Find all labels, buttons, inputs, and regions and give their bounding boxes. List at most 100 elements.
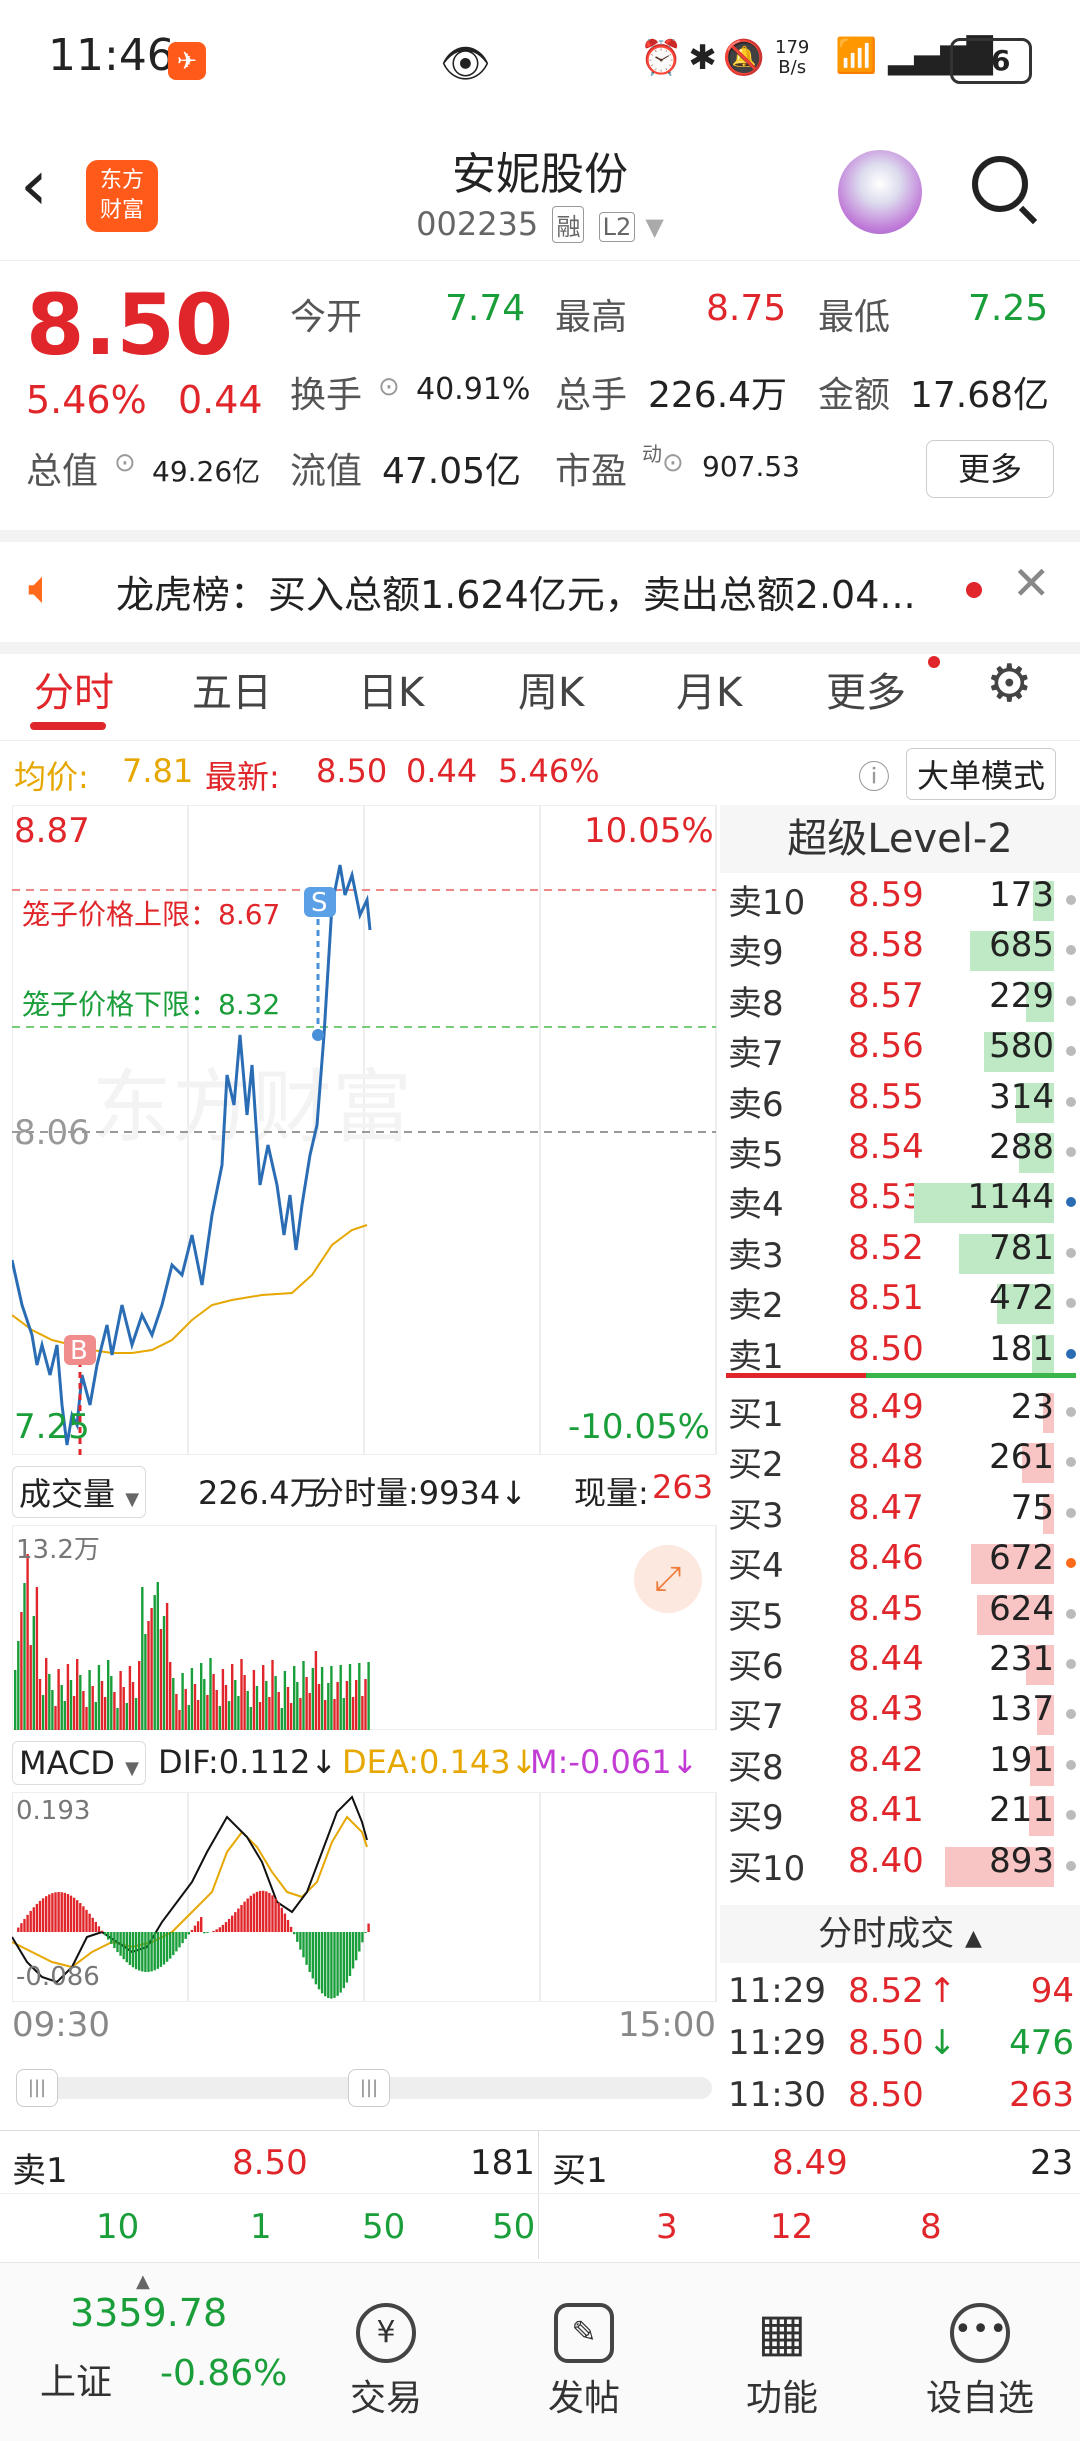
volume-selector[interactable]: 成交量 ▼ <box>12 1466 146 1518</box>
level-label: 卖7 <box>728 1026 784 1075</box>
bid-row[interactable]: 买18.4923 <box>720 1387 1080 1437</box>
gear-icon[interactable]: ⚙ <box>986 654 1033 714</box>
ask-row[interactable]: 卖88.57229 <box>720 976 1080 1026</box>
scroll-handle-left[interactable]: ||| <box>16 2069 58 2107</box>
level-label: 卖6 <box>728 1077 784 1126</box>
nav-functions[interactable]: ▦ 功能 <box>702 2263 862 2421</box>
edit-icon: ✎ <box>554 2303 614 2363</box>
bid-row[interactable]: 买68.44231 <box>720 1639 1080 1689</box>
indicator-dot <box>1066 1197 1076 1207</box>
trade-volume: 476 <box>1009 2023 1074 2063</box>
search-icon[interactable] <box>972 156 1028 212</box>
help-icon[interactable]: ⓘ <box>858 752 890 798</box>
indicator-dot <box>1066 1609 1076 1619</box>
tab-daily-k[interactable]: 日K <box>358 660 424 718</box>
grid-icon: ▦ <box>752 2303 812 2363</box>
scroll-handle-right[interactable]: ||| <box>348 2069 390 2107</box>
bid-row[interactable]: 买88.42191 <box>720 1740 1080 1790</box>
more-dots-icon: ••• <box>950 2303 1010 2363</box>
trade-row: 11:298.50↓476 <box>720 2023 1080 2073</box>
tab-five-day[interactable]: 五日 <box>192 660 272 718</box>
level-volume: 191 <box>989 1740 1054 1780</box>
info-icon[interactable]: ⊙ <box>378 372 400 402</box>
indicator-dot <box>1066 1457 1076 1467</box>
ask-row[interactable]: 卖48.531144 <box>720 1177 1080 1227</box>
index-pct: -0.86% <box>160 2353 287 2394</box>
bid-row[interactable]: 买108.40893 <box>720 1841 1080 1891</box>
order-book-title[interactable]: 超级Level-2 <box>720 805 1080 873</box>
level-label: 买3 <box>728 1488 784 1537</box>
now-volume-value: 263 <box>652 1468 713 1506</box>
assistant-robot-avatar[interactable] <box>838 150 922 234</box>
level-price: 8.43 <box>848 1689 924 1729</box>
trade-price: 8.52 <box>848 1971 924 2011</box>
info-icon[interactable]: ⊙ <box>114 448 136 478</box>
nav-add-watchlist[interactable]: ••• 设自选 <box>900 2263 1060 2421</box>
tab-weekly-k[interactable]: 周K <box>518 660 584 718</box>
ask-row[interactable]: 卖68.55314 <box>720 1077 1080 1127</box>
chart-mid-price: 8.06 <box>14 1113 90 1153</box>
ask-row[interactable]: 卖78.56580 <box>720 1026 1080 1076</box>
expand-icon[interactable]: ⤢ <box>634 1545 702 1613</box>
buy-marker[interactable]: B <box>70 1336 88 1366</box>
level-price: 8.41 <box>848 1790 924 1830</box>
quote-panel: 8.50 5.46% 0.44 今开 7.74 最高 8.75 最低 7.25 … <box>0 262 1080 522</box>
intraday-chart[interactable]: 东方财富 B S 8.87 10.05% 笼子价格上限：8.67 笼子价格下限：… <box>12 805 718 1455</box>
volume-chart[interactable]: 13.2万 ⤢ <box>12 1525 718 1730</box>
level-price: 8.44 <box>848 1639 924 1679</box>
bid-row[interactable]: 买48.46672 <box>720 1538 1080 1588</box>
bid-row[interactable]: 买28.48261 <box>720 1437 1080 1487</box>
level-volume: 211 <box>989 1790 1054 1830</box>
time-scrollbar[interactable]: ||| ||| <box>16 2077 712 2099</box>
mktcap-label: 总值 <box>26 442 98 494</box>
volume-value: 226.4万 <box>648 366 787 418</box>
level-volume: 75 <box>1011 1488 1054 1528</box>
caret-up-icon: ▲ <box>136 2271 150 2292</box>
float-label: 流值 <box>290 442 362 494</box>
macd-chart[interactable]: 0.193 -0.086 <box>12 1792 718 2002</box>
trades-title[interactable]: 分时成交 ▲ <box>720 1905 1080 1963</box>
tab-more[interactable]: 更多 <box>826 660 906 718</box>
nav-post[interactable]: ✎ 发帖 <box>504 2263 664 2421</box>
ask-row[interactable]: 卖98.58685 <box>720 925 1080 975</box>
more-button[interactable]: 更多 <box>926 440 1054 498</box>
tab-monthly-k[interactable]: 月K <box>676 660 742 718</box>
level-label: 买4 <box>728 1538 784 1587</box>
info-icon[interactable]: ⊙ <box>662 448 684 478</box>
bid-row[interactable]: 买38.4775 <box>720 1488 1080 1538</box>
ask-row[interactable]: 卖108.59173 <box>720 875 1080 925</box>
upper-limit-label: 笼子价格上限：8.67 <box>22 893 280 933</box>
ask-row[interactable]: 卖18.50181 <box>720 1329 1080 1379</box>
level-label: 买10 <box>728 1841 805 1890</box>
tick-volume: 分时量:9934↓ <box>312 1468 527 1514</box>
level-price: 8.54 <box>848 1127 924 1167</box>
caret-down-icon: ▼ <box>645 213 663 241</box>
bid-row[interactable]: 买58.45624 <box>720 1589 1080 1639</box>
ask-row[interactable]: 卖28.51472 <box>720 1278 1080 1328</box>
news-ticker[interactable]: 🔈︎ 龙虎榜：买入总额1.624亿元，卖出总额2.04... ✕ <box>0 530 1080 654</box>
bid-row[interactable]: 买98.41211 <box>720 1790 1080 1840</box>
buy-split-2: 12 <box>770 2207 813 2247</box>
level-volume: 173 <box>989 875 1054 915</box>
close-icon[interactable]: ✕ <box>1012 556 1051 610</box>
tab-intraday[interactable]: 分时 <box>34 660 114 718</box>
float-value: 47.05亿 <box>382 442 521 494</box>
buy1-label: 买1 <box>552 2143 608 2192</box>
buy1-price: 8.49 <box>772 2143 848 2183</box>
ask-row[interactable]: 卖38.52781 <box>720 1228 1080 1278</box>
level1-summary: 卖1 8.50 181 买1 8.49 23 10 1 50 50 3 12 8 <box>0 2130 1080 2261</box>
volume-label: 总手 <box>555 366 627 418</box>
stock-code-row[interactable]: 002235 融 L2 ▼ <box>0 205 1080 243</box>
macd-dea: DEA:0.143↓ <box>342 1743 537 1781</box>
big-order-mode-button[interactable]: 大单模式 <box>906 748 1056 800</box>
ask-row[interactable]: 卖58.54288 <box>720 1127 1080 1177</box>
macd-selector[interactable]: MACD ▼ <box>12 1741 146 1785</box>
nav-trade[interactable]: ¥ 交易 <box>306 2263 466 2421</box>
level-volume: 23 <box>1011 1387 1054 1427</box>
sell-marker[interactable]: S <box>311 888 328 918</box>
change-percent: 5.46% <box>26 378 147 422</box>
bid-row[interactable]: 买78.43137 <box>720 1689 1080 1739</box>
index-ticker[interactable]: ▲ 3359.78 上证 -0.86% <box>0 2263 300 2441</box>
news-text[interactable]: 龙虎榜：买入总额1.624亿元，卖出总额2.04... <box>116 564 916 619</box>
high-label: 最高 <box>555 288 627 340</box>
